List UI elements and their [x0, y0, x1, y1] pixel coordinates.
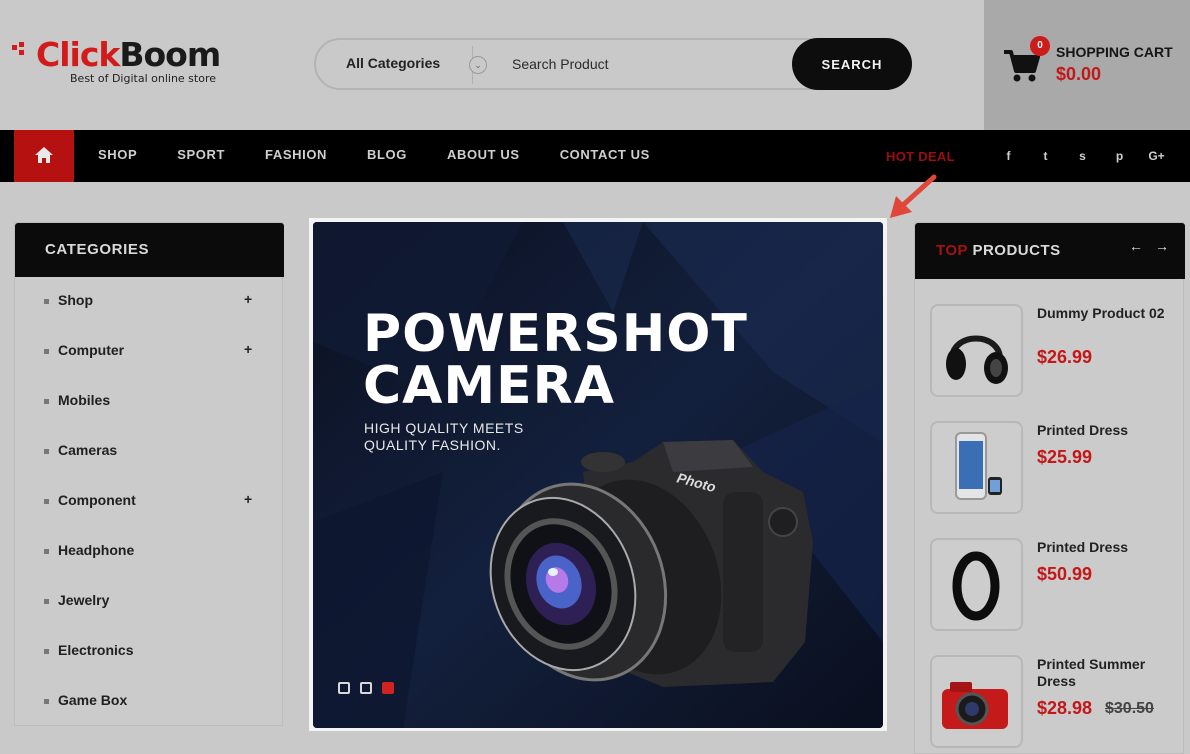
category-label: Mobiles — [58, 392, 111, 408]
home-button[interactable] — [14, 130, 74, 182]
product-item[interactable]: Printed Summer Dress $28.98 $30.50 — [930, 655, 1182, 751]
product-old-price: $30.50 — [1105, 700, 1154, 717]
product-price: $25.99 — [1037, 447, 1093, 467]
top-products-panel: TOP PRODUCTS ← → Dummy Product 02 $26.99… — [914, 222, 1185, 754]
logo-tagline: Best of Digital online store — [70, 72, 216, 85]
product-thumbnail[interactable] — [930, 655, 1023, 748]
product-thumbnail[interactable] — [930, 304, 1023, 397]
category-label: Shop — [58, 292, 93, 308]
category-label: Headphone — [58, 542, 135, 558]
cart-count-badge: 0 — [1030, 36, 1050, 56]
search-input[interactable] — [512, 53, 782, 75]
main-nav: SHOP SPORT FASHION BLOG ABOUT US CONTACT… — [0, 130, 1190, 182]
product-item[interactable]: Printed Dress $25.99 — [930, 421, 1182, 517]
product-name[interactable]: Printed Summer Dress — [1037, 656, 1177, 690]
top-products-title: TOP PRODUCTS — [936, 242, 1061, 259]
nav-menu: SHOP SPORT FASHION BLOG ABOUT US CONTACT… — [78, 130, 670, 182]
fitness-band-icon — [952, 551, 1000, 621]
category-label: Component — [58, 492, 136, 508]
category-item-cameras[interactable]: Cameras — [15, 427, 284, 477]
category-item-shop[interactable]: Shop + — [15, 277, 284, 327]
nav-item-fashion[interactable]: FASHION — [245, 130, 347, 182]
category-label: Jewelry — [58, 592, 110, 608]
product-price: $50.99 — [1037, 564, 1093, 584]
product-price: $28.98 — [1037, 698, 1093, 718]
search-button[interactable]: SEARCH — [792, 38, 912, 90]
home-icon — [35, 147, 53, 163]
category-label: Cameras — [58, 442, 118, 458]
slider-dot-3-active[interactable] — [382, 682, 394, 694]
top-products-header: TOP PRODUCTS ← → — [915, 223, 1185, 279]
slider-dots — [338, 682, 394, 694]
facebook-icon[interactable]: f — [990, 144, 1027, 168]
category-item-electronics[interactable]: Electronics — [15, 627, 284, 677]
red-camera-icon — [942, 682, 1008, 729]
product-name[interactable]: Dummy Product 02 — [1037, 305, 1177, 322]
social-links: f t s p G+ — [990, 144, 1175, 168]
product-name[interactable]: Printed Dress — [1037, 422, 1177, 439]
category-label: Computer — [58, 342, 125, 358]
arrow-right-icon[interactable]: → — [1155, 238, 1169, 254]
category-item-jewelry[interactable]: Jewelry — [15, 577, 284, 627]
product-name[interactable]: Printed Dress — [1037, 539, 1177, 556]
expand-icon[interactable]: + — [244, 341, 252, 357]
nav-item-shop[interactable]: SHOP — [78, 130, 157, 182]
chevron-down-icon[interactable]: ⌄ — [469, 56, 487, 74]
product-item[interactable]: Printed Dress $50.99 — [930, 538, 1182, 634]
google-plus-icon[interactable]: G+ — [1138, 144, 1175, 168]
pinterest-icon[interactable]: p — [1101, 144, 1138, 168]
hot-deal-link[interactable]: HOT DEAL — [886, 149, 955, 164]
dslr-camera-image: Photo — [489, 440, 813, 687]
category-item-computer[interactable]: Computer + — [15, 327, 284, 377]
search-bar: All Categories ⌄ SEARCH — [314, 38, 912, 90]
phone-icon — [955, 432, 1002, 500]
skype-icon[interactable]: s — [1064, 144, 1101, 168]
categories-header: CATEGORIES — [15, 223, 284, 277]
shopping-cart[interactable]: 0 SHOPPING CART $0.00 — [984, 0, 1190, 130]
logo-text-part2: Boom — [119, 35, 221, 74]
slider-dot-2[interactable] — [360, 682, 372, 694]
twitter-icon[interactable]: t — [1027, 144, 1064, 168]
product-item[interactable]: Dummy Product 02 $26.99 — [930, 304, 1182, 400]
category-item-component[interactable]: Component + — [15, 477, 284, 527]
category-item-headphone[interactable]: Headphone — [15, 527, 284, 577]
logo-text-part1: Click — [36, 35, 120, 74]
hero-slider[interactable]: POWERSHOT CAMERA HIGH QUALITY MEETS QUAL… — [313, 222, 883, 728]
expand-icon[interactable]: + — [244, 291, 252, 307]
category-item-game-box[interactable]: Game Box — [15, 677, 284, 727]
headphones-icon — [946, 335, 1008, 384]
site-header: ClickBoom Best of Digital online store A… — [0, 0, 1190, 130]
banner-title: POWERSHOT CAMERA — [363, 308, 748, 412]
logo-mark-icon — [12, 42, 34, 56]
slider-dot-1[interactable] — [338, 682, 350, 694]
expand-icon[interactable]: + — [244, 491, 252, 507]
nav-item-blog[interactable]: BLOG — [347, 130, 427, 182]
category-item-mobiles[interactable]: Mobiles — [15, 377, 284, 427]
nav-item-sport[interactable]: SPORT — [157, 130, 245, 182]
top-products-title-accent: TOP — [936, 242, 968, 259]
categories-sidebar: CATEGORIES Shop + Computer + Mobiles Camer… — [14, 222, 284, 727]
cart-total: $0.00 — [1056, 64, 1102, 84]
product-thumbnail[interactable] — [930, 421, 1023, 514]
logo-text: ClickBoom — [36, 35, 221, 74]
nav-item-contact-us[interactable]: CONTACT US — [540, 130, 670, 182]
category-label: Game Box — [58, 692, 128, 708]
product-thumbnail[interactable] — [930, 538, 1023, 631]
banner-title-line2: CAMERA — [363, 356, 615, 416]
product-price: $26.99 — [1037, 347, 1093, 367]
top-products-title-rest: PRODUCTS — [967, 242, 1061, 259]
nav-item-about-us[interactable]: ABOUT US — [427, 130, 540, 182]
cart-label: SHOPPING CART — [1056, 44, 1173, 60]
banner-title-line1: POWERSHOT — [363, 304, 748, 364]
pointer-arrow-icon — [890, 174, 937, 218]
category-label: Electronics — [58, 642, 134, 658]
categories-title: CATEGORIES — [45, 241, 150, 258]
category-select[interactable]: All Categories — [346, 55, 440, 71]
arrow-left-icon[interactable]: ← — [1129, 238, 1143, 254]
